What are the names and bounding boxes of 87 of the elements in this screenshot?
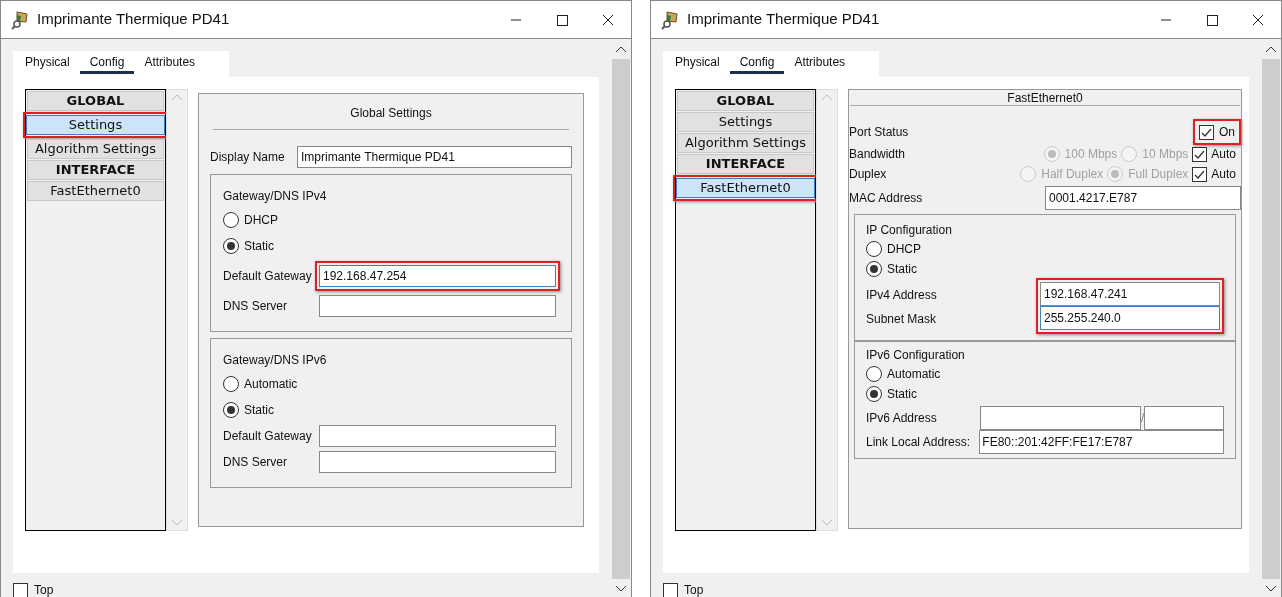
checkbox-label: Top	[34, 582, 54, 597]
tab[interactable]: Config	[729, 53, 785, 74]
field-label: IPv4 Address	[866, 287, 938, 304]
radio-button[interactable]	[223, 212, 239, 228]
field-label: Display Name	[210, 149, 286, 166]
radio-label: DHCP	[887, 241, 921, 258]
field-label: MAC Address	[849, 190, 923, 207]
text-field[interactable]: 192.168.47.241	[1040, 282, 1220, 306]
field-label: DNS Server	[223, 298, 288, 315]
sidebar-item[interactable]: Algorithm Settings	[677, 133, 814, 153]
radio-label: DHCP	[244, 212, 278, 229]
panel-title: FastEthernet0	[850, 90, 1240, 106]
radio-button[interactable]	[866, 241, 882, 257]
prefix-separator: /	[1140, 410, 1145, 427]
printer-icon	[661, 9, 681, 30]
text-field[interactable]	[979, 406, 1141, 430]
text-field[interactable]	[1144, 406, 1224, 430]
sidebar-header: INTERFACE	[677, 154, 814, 174]
group-title: Gateway/DNS IPv6	[223, 352, 328, 369]
checkbox[interactable]	[663, 582, 678, 597]
sidebar-item[interactable]: Algorithm Settings	[27, 139, 164, 159]
sidebar-item[interactable]: FastEthernet0	[27, 181, 164, 201]
sidebar-item[interactable]: Settings	[677, 112, 814, 132]
window-title: Imprimante Thermique PD41	[687, 9, 880, 30]
field-label: Link Local Address:	[866, 434, 972, 451]
scroll-up-icon[interactable]	[615, 45, 627, 53]
tab[interactable]: Physical	[665, 53, 730, 74]
radio-label: Static	[887, 261, 917, 278]
group-title: Gateway/DNS IPv4	[223, 188, 328, 205]
scroll-thumb[interactable]	[612, 59, 630, 579]
text-field[interactable]	[319, 425, 556, 447]
sidebar-header: GLOBAL	[677, 91, 814, 111]
scroll-down-icon[interactable]	[615, 585, 627, 593]
radio-button[interactable]	[866, 261, 882, 277]
radio-label: Full Duplex	[1128, 166, 1189, 183]
checkbox[interactable]	[1192, 166, 1208, 182]
group-title: IPv6 Configuration	[866, 347, 966, 364]
radio-label: Static	[887, 386, 917, 403]
text-field[interactable]	[319, 451, 556, 473]
sidebar-header: INTERFACE	[27, 160, 164, 180]
radio-button[interactable]	[223, 238, 239, 254]
radio-button[interactable]	[866, 386, 882, 402]
radio-label: Half Duplex	[1041, 166, 1104, 183]
tab[interactable]: Attributes	[784, 53, 856, 74]
field-label: Default Gateway	[223, 428, 313, 445]
panel-title: Global Settings	[213, 94, 569, 130]
checkbox-label: Auto	[1211, 166, 1236, 183]
text-field[interactable]: 0001.4217.E787	[1045, 186, 1241, 210]
field-label: Port Status	[849, 124, 909, 141]
scroll-down-icon[interactable]	[1265, 585, 1277, 593]
sidebar-item[interactable]: Settings	[26, 115, 165, 135]
text-field[interactable]: 192.168.47.254	[319, 265, 556, 287]
radio-button[interactable]	[223, 402, 239, 418]
checkbox-label: Top	[684, 582, 704, 597]
checkbox-label: On	[1219, 124, 1235, 141]
radio-label: 10 Mbps	[1142, 146, 1189, 163]
radio-label: Static	[244, 238, 274, 255]
checkbox[interactable]	[1199, 124, 1214, 140]
radio-label: Automatic	[887, 366, 941, 383]
scroll-thumb[interactable]	[1262, 59, 1280, 579]
radio-label: 100 Mbps	[1064, 146, 1118, 163]
radio-label: Static	[244, 402, 274, 419]
scroll-up-icon[interactable]	[1265, 45, 1277, 53]
radio-button[interactable]	[866, 366, 882, 382]
checkbox[interactable]	[1192, 146, 1208, 162]
sidebar-item[interactable]: FastEthernet0	[676, 178, 815, 198]
tab[interactable]: Physical	[15, 53, 80, 74]
field-label: Bandwidth	[849, 146, 906, 163]
printer-icon	[11, 9, 31, 30]
checkbox[interactable]	[13, 582, 28, 597]
group-title: IP Configuration	[866, 222, 953, 239]
field-label: Default Gateway	[223, 268, 313, 285]
text-field[interactable]	[319, 295, 556, 317]
field-label: IPv6 Address	[866, 410, 938, 427]
text-field[interactable]: 255.255.240.0	[1040, 306, 1220, 330]
checkbox-label: Auto	[1211, 146, 1236, 163]
text-field[interactable]: Imprimante Thermique PD41	[297, 146, 572, 168]
radio-label: Automatic	[244, 376, 298, 393]
field-label: DNS Server	[223, 454, 288, 471]
text-field[interactable]: FE80::201:42FF:FE17:E787	[979, 430, 1224, 454]
window-title: Imprimante Thermique PD41	[37, 9, 230, 30]
sidebar-header: GLOBAL	[27, 91, 164, 111]
tab[interactable]: Config	[79, 53, 135, 74]
tab[interactable]: Attributes	[134, 53, 206, 74]
radio-button[interactable]	[223, 376, 239, 392]
field-label: Duplex	[849, 166, 887, 183]
field-label: Subnet Mask	[866, 311, 938, 328]
